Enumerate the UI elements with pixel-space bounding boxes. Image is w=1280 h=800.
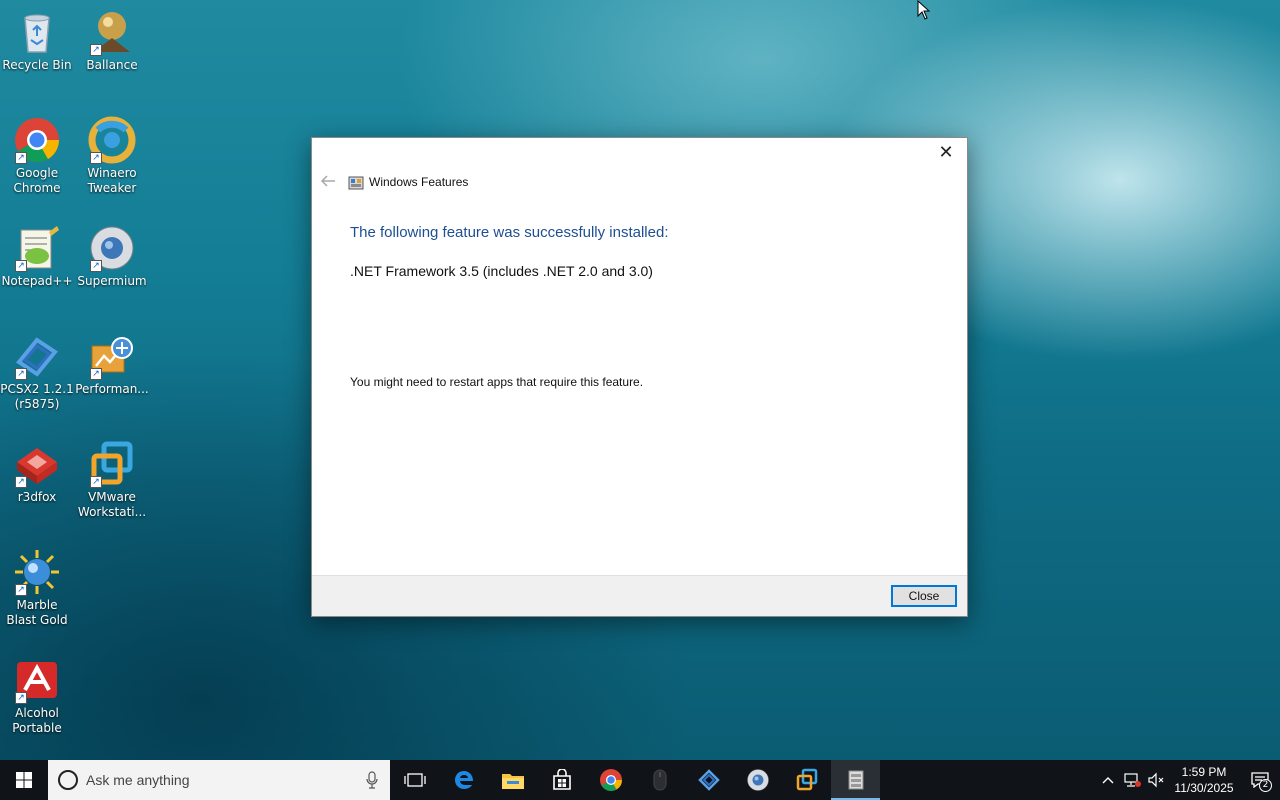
shortcut-arrow-icon: ↗ <box>15 692 27 704</box>
desktop-icon-label: Recycle Bin <box>2 58 72 72</box>
windows-features-icon <box>848 770 863 790</box>
shortcut-arrow-icon: ↗ <box>90 152 102 164</box>
alcohol-icon: ↗ <box>13 656 61 704</box>
vmware-taskbar-button[interactable] <box>782 760 831 800</box>
desktop-icon-label: Winaero Tweaker <box>87 166 137 195</box>
desktop-icon-label: Supermium <box>77 274 147 288</box>
desktop-icon-marble-blast-gold[interactable]: ↗ Marble Blast Gold <box>0 548 74 628</box>
mouse-app-button[interactable] <box>635 760 684 800</box>
mouse-cursor-icon <box>917 0 931 20</box>
pcsx2-taskbar-button[interactable] <box>684 760 733 800</box>
windows-features-taskbar-button[interactable] <box>831 760 880 800</box>
desktop-icon-r3dfox[interactable]: ↗ r3dfox <box>0 440 74 505</box>
desktop-icon-performance[interactable]: ↗ Performan... <box>75 332 149 397</box>
r3dfox-icon: ↗ <box>13 440 61 488</box>
desktop-icon-label: r3dfox <box>17 490 57 504</box>
notification-count-badge: 2 <box>1259 779 1272 792</box>
file-explorer-button[interactable] <box>488 760 537 800</box>
windows-features-icon <box>348 175 364 191</box>
performance-icon: ↗ <box>88 332 136 380</box>
shortcut-arrow-icon: ↗ <box>15 476 27 488</box>
ballance-icon: ↗ <box>88 8 136 56</box>
chrome-taskbar-button[interactable] <box>586 760 635 800</box>
supermium-taskbar-button[interactable] <box>733 760 782 800</box>
search-box[interactable]: Ask me anything <box>48 760 390 800</box>
supermium-icon <box>746 769 769 791</box>
shortcut-arrow-icon: ↗ <box>15 368 27 380</box>
supermium-icon: ↗ <box>88 224 136 272</box>
system-tray: 1:59 PM 11/30/2025 2 <box>1096 760 1280 800</box>
volume-muted-icon[interactable] <box>1144 760 1168 800</box>
edge-icon <box>454 771 473 789</box>
clock-time: 1:59 PM <box>1181 765 1227 779</box>
desktop-icon-notepad-plus-plus[interactable]: ↗ Notepad++ <box>0 224 74 289</box>
desktop-icon-label: Notepad++ <box>1 274 73 288</box>
desktop-icon-label: Alcohol Portable <box>12 706 62 735</box>
shortcut-arrow-icon: ↗ <box>15 260 27 272</box>
close-button[interactable]: Close <box>891 585 957 607</box>
file-explorer-icon <box>501 774 524 789</box>
chrome-icon <box>599 769 622 791</box>
installed-feature-name: .NET Framework 3.5 (includes .NET 2.0 an… <box>350 263 653 279</box>
desktop-icon-label: Performan... <box>75 382 149 396</box>
mouse-icon <box>653 769 666 791</box>
success-heading: The following feature was successfully i… <box>350 224 669 241</box>
store-button[interactable] <box>537 760 586 800</box>
shortcut-arrow-icon: ↗ <box>90 476 102 488</box>
edge-button[interactable] <box>439 760 488 800</box>
desktop-icon-pcsx2[interactable]: ↗ PCSX2 1.2.1 (r5875) <box>0 332 74 412</box>
vmware-icon <box>796 768 817 791</box>
desktop-icon-label: Marble Blast Gold <box>6 598 68 627</box>
desktop-icon-google-chrome[interactable]: ↗ Google Chrome <box>0 116 74 196</box>
shortcut-arrow-icon: ↗ <box>90 44 102 56</box>
dialog-footer: Close <box>312 575 967 616</box>
pcsx2-icon <box>697 769 720 791</box>
shortcut-arrow-icon: ↗ <box>15 152 27 164</box>
windows-features-dialog: ✕ Windows Features The following feature… <box>311 137 968 617</box>
desktop-icon-ballance[interactable]: ↗ Ballance <box>75 8 149 73</box>
winaero-tweaker-icon: ↗ <box>88 116 136 164</box>
search-placeholder: Ask me anything <box>86 772 190 788</box>
marble-blast-icon: ↗ <box>13 548 61 596</box>
desktop-icon-winaero-tweaker[interactable]: ↗ Winaero Tweaker <box>75 116 149 196</box>
desktop-icon-label: VMware Workstati... <box>77 490 147 519</box>
shortcut-arrow-icon: ↗ <box>90 260 102 272</box>
dialog-title: Windows Features <box>369 175 469 189</box>
taskbar: Ask me anything 1:59 PM 11/30/2025 2 <box>0 760 1280 800</box>
network-icon[interactable] <box>1120 760 1144 800</box>
recycle-bin-icon <box>13 8 61 56</box>
shortcut-arrow-icon: ↗ <box>15 584 27 596</box>
desktop-icon-label: Google Chrome <box>13 166 61 195</box>
desktop-icon-alcohol-portable[interactable]: ↗ Alcohol Portable <box>0 656 74 736</box>
notepad-plus-plus-icon: ↗ <box>13 224 61 272</box>
close-icon[interactable]: ✕ <box>931 142 961 164</box>
desktop-icon-supermium[interactable]: ↗ Supermium <box>75 224 149 289</box>
task-view-icon <box>403 773 426 787</box>
chevron-up-icon[interactable] <box>1096 760 1120 800</box>
shortcut-arrow-icon: ↗ <box>90 368 102 380</box>
start-button[interactable] <box>0 760 48 800</box>
microphone-icon[interactable] <box>366 771 378 789</box>
cortana-icon <box>58 770 78 790</box>
pcsx2-icon: ↗ <box>13 332 61 380</box>
clock-date: 11/30/2025 <box>1174 781 1234 795</box>
desktop-icon-recycle-bin[interactable]: Recycle Bin <box>0 8 74 73</box>
store-icon <box>552 769 571 790</box>
desktop-icon-vmware-workstation[interactable]: ↗ VMware Workstati... <box>75 440 149 520</box>
action-center-button[interactable]: 2 <box>1240 760 1280 800</box>
chrome-icon: ↗ <box>13 116 61 164</box>
clock[interactable]: 1:59 PM 11/30/2025 <box>1168 764 1240 796</box>
desktop-icon-label: PCSX2 1.2.1 (r5875) <box>0 382 74 411</box>
windows-logo-icon <box>16 772 32 788</box>
back-arrow-icon[interactable] <box>320 174 338 190</box>
task-view-button[interactable] <box>390 760 439 800</box>
desktop-icon-label: Ballance <box>86 58 138 72</box>
vmware-icon: ↗ <box>88 440 136 488</box>
restart-note: You might need to restart apps that requ… <box>350 375 644 389</box>
